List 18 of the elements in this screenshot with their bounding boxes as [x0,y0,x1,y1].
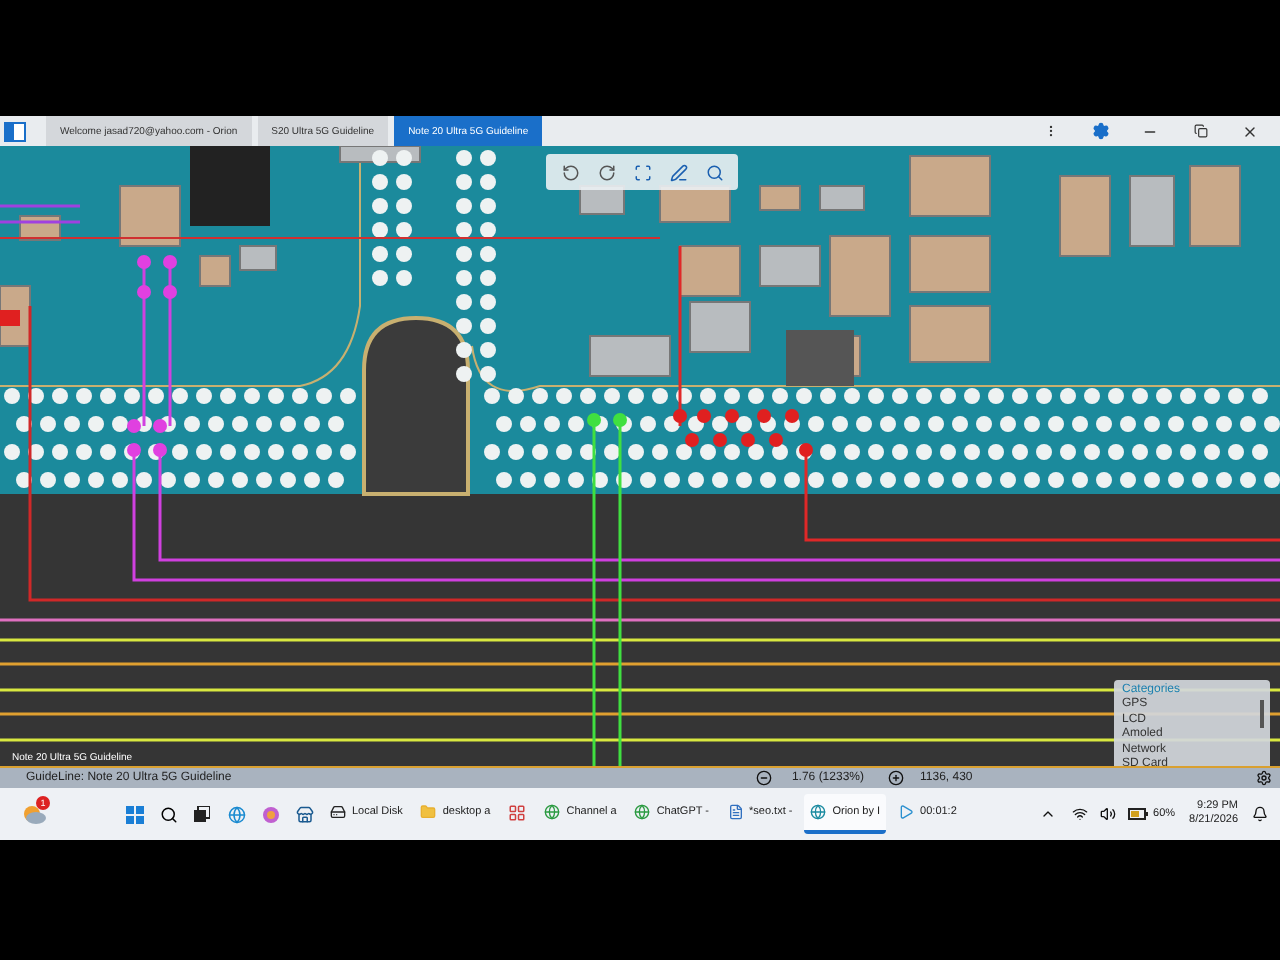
wifi-icon[interactable] [1071,806,1088,822]
scrollbar-thumb[interactable] [1260,700,1264,728]
notepad-icon [727,804,743,820]
drive-icon [330,804,346,820]
settings-icon[interactable] [1256,770,1272,786]
globe-icon [810,804,827,820]
play-icon [898,804,915,820]
volume-icon[interactable] [1099,806,1116,822]
folder-icon [420,804,437,820]
browser-icon [544,804,561,820]
bell-icon[interactable] [1252,806,1268,822]
browser-icon [634,804,651,820]
chevron-up-icon[interactable] [1039,806,1056,822]
battery-icon[interactable] [1127,808,1148,820]
app-icon[interactable] [4,121,26,141]
zoom-out-icon[interactable] [755,770,772,786]
app-icon [508,803,527,821]
zoom-in-icon[interactable] [888,770,904,786]
